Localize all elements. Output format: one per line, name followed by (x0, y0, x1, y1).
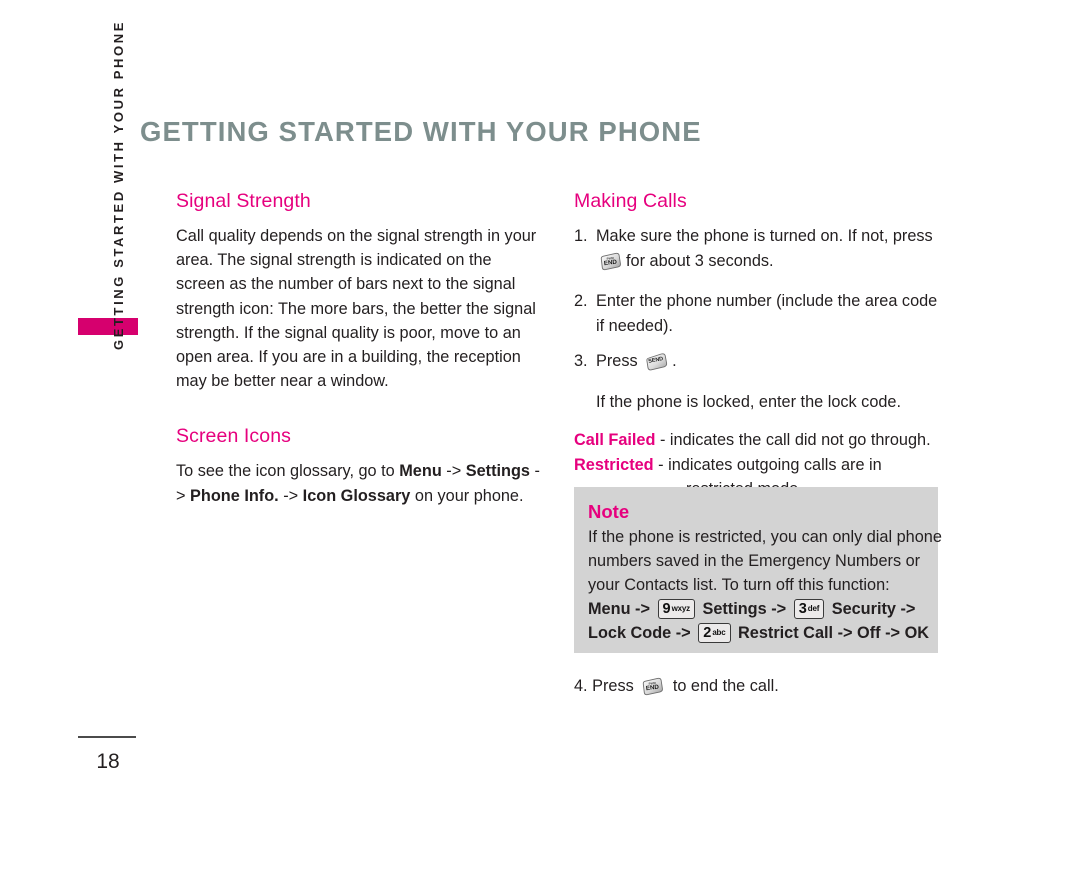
definition-desc-call-failed: indicates the call did not go through. (669, 431, 931, 449)
screen-icons-arrow-1: -> (441, 462, 466, 481)
end-key-icon: END PWR (642, 677, 664, 703)
locked-note-text: If the phone is locked, enter the lock c… (596, 392, 902, 411)
keypad-key-3-icon: 3def (793, 599, 825, 619)
note-path-line-1: Menu -> 9wxyz Settings -> 3def Security … (588, 597, 938, 621)
keypad-key-9-digit: 9 (662, 601, 671, 618)
paragraph-signal-strength: Call quality depends on the signal stren… (176, 227, 537, 391)
page-title: GETTING STARTED WITH YOUR PHONE (140, 116, 702, 147)
step-2-text-before: Enter the phone number (include the area… (596, 292, 938, 335)
right-column: Making Calls 1. Make sure the phone is tu… (574, 190, 946, 502)
step-4-text-before: Press (592, 677, 634, 695)
screen-icons-settings-label: Settings (465, 462, 530, 481)
keypad-key-2-digit: 2 (703, 625, 712, 642)
step-4-text-after: to end the call. (672, 677, 779, 695)
step-3-number: 3. (574, 352, 588, 370)
step-3: 3. Press SEND . (574, 349, 946, 379)
step-4: 4. Press END PWR to end the call. (574, 674, 779, 703)
note-box: Note If the phone is restricted, you can… (574, 487, 942, 653)
step-3-text-after: . (672, 352, 677, 370)
note-title: Note (588, 501, 630, 522)
section-signal-strength: Signal Strength Call quality depends on … (176, 190, 542, 393)
screen-icons-phoneinfo-label: Phone Info. (190, 486, 279, 505)
definition-term-call-failed: Call Failed (574, 431, 656, 449)
path2-ok-label: OK (904, 624, 929, 643)
heading-screen-icons: Screen Icons (176, 425, 292, 448)
path2-off-label: Off (857, 624, 881, 643)
send-key-icon: SEND (646, 352, 668, 379)
screen-icons-text-1: To see the icon glossary, go to (176, 462, 400, 481)
step-3-text-before: Press (596, 352, 638, 370)
step-4-number: 4. (574, 677, 588, 695)
section-screen-icons: Screen Icons To see the icon glossary, g… (176, 425, 542, 507)
step-1-text-after: for about 3 seconds. (626, 251, 774, 270)
locked-note: If the phone is locked, enter the lock c… (574, 390, 946, 415)
note-line-2: numbers saved in the Emergency Numbers o… (588, 551, 921, 570)
path2-arrow-1: -> (675, 624, 691, 643)
page-number: 18 (96, 750, 120, 773)
path2-restrict-call-label: Restrict Call (738, 624, 834, 643)
definition-call-failed: Call Failed - indicates the call did not… (574, 428, 946, 453)
path2-arrow-3: -> (885, 624, 901, 643)
screen-icons-arrow-3: -> (278, 486, 303, 505)
definition-restricted: Restricted - indicates outgoing calls ar… (574, 453, 946, 478)
heading-making-calls: Making Calls (574, 190, 687, 212)
path1-arrow-2: -> (771, 600, 787, 619)
step-1: 1. Make sure the phone is turned on. If n… (574, 224, 946, 278)
definition-dash-restricted: - (658, 455, 664, 474)
screen-icons-menu-label: Menu (399, 462, 442, 481)
path1-arrow-3: -> (900, 600, 916, 619)
keypad-key-9-letters: wxyz (671, 604, 691, 614)
keypad-key-2-icon: 2abc (698, 623, 731, 643)
definition-desc-restricted: indicates outgoing calls are in (668, 455, 882, 474)
left-column: Signal Strength Call quality depends on … (176, 190, 542, 540)
heading-signal-strength: Signal Strength (176, 190, 311, 212)
keypad-key-2-letters: abc (712, 628, 726, 638)
step-1-text-before: Make sure the phone is turned on. If not… (596, 227, 933, 245)
step-2: 2. Enter the phone number (include the ar… (574, 289, 946, 338)
definition-term-restricted: Restricted (574, 455, 654, 474)
end-key-icon: END PWR (600, 252, 622, 279)
note-path-line-2: Lock Code -> 2abc Restrict Call -> Off -… (588, 621, 938, 645)
path1-security-label: Security (831, 600, 896, 619)
note-line-1: If the phone is restricted, you can only… (588, 528, 942, 546)
path1-arrow-1: -> (635, 600, 650, 619)
path2-arrow-2: -> (837, 624, 853, 643)
path1-settings-label: Settings (702, 600, 767, 619)
step-2-number: 2. (574, 292, 588, 310)
keypad-key-3-letters: def (807, 604, 820, 614)
screen-icons-text-2: on your phone. (410, 486, 524, 505)
screen-icons-glossary-label: Icon Glossary (302, 486, 411, 505)
step-1-number: 1. (574, 227, 588, 245)
chapter-side-rail-label: GETTING STARTED WITH YOUR PHONE (110, 19, 126, 350)
keypad-key-9-icon: 9wxyz (657, 599, 695, 619)
footer-divider (78, 736, 136, 738)
definition-dash-call-failed: - (659, 431, 666, 449)
note-line-3: your Contacts list. To turn off this fun… (588, 575, 890, 594)
keypad-key-3-digit: 3 (798, 601, 807, 618)
chapter-side-rail: GETTING STARTED WITH YOUR PHONE (103, 20, 133, 350)
path1-menu-label: Menu (588, 600, 631, 619)
path2-lock-code-label: Lock Code (588, 624, 672, 643)
paragraph-screen-icons: To see the icon glossary, go to Menu -> … (176, 459, 542, 507)
